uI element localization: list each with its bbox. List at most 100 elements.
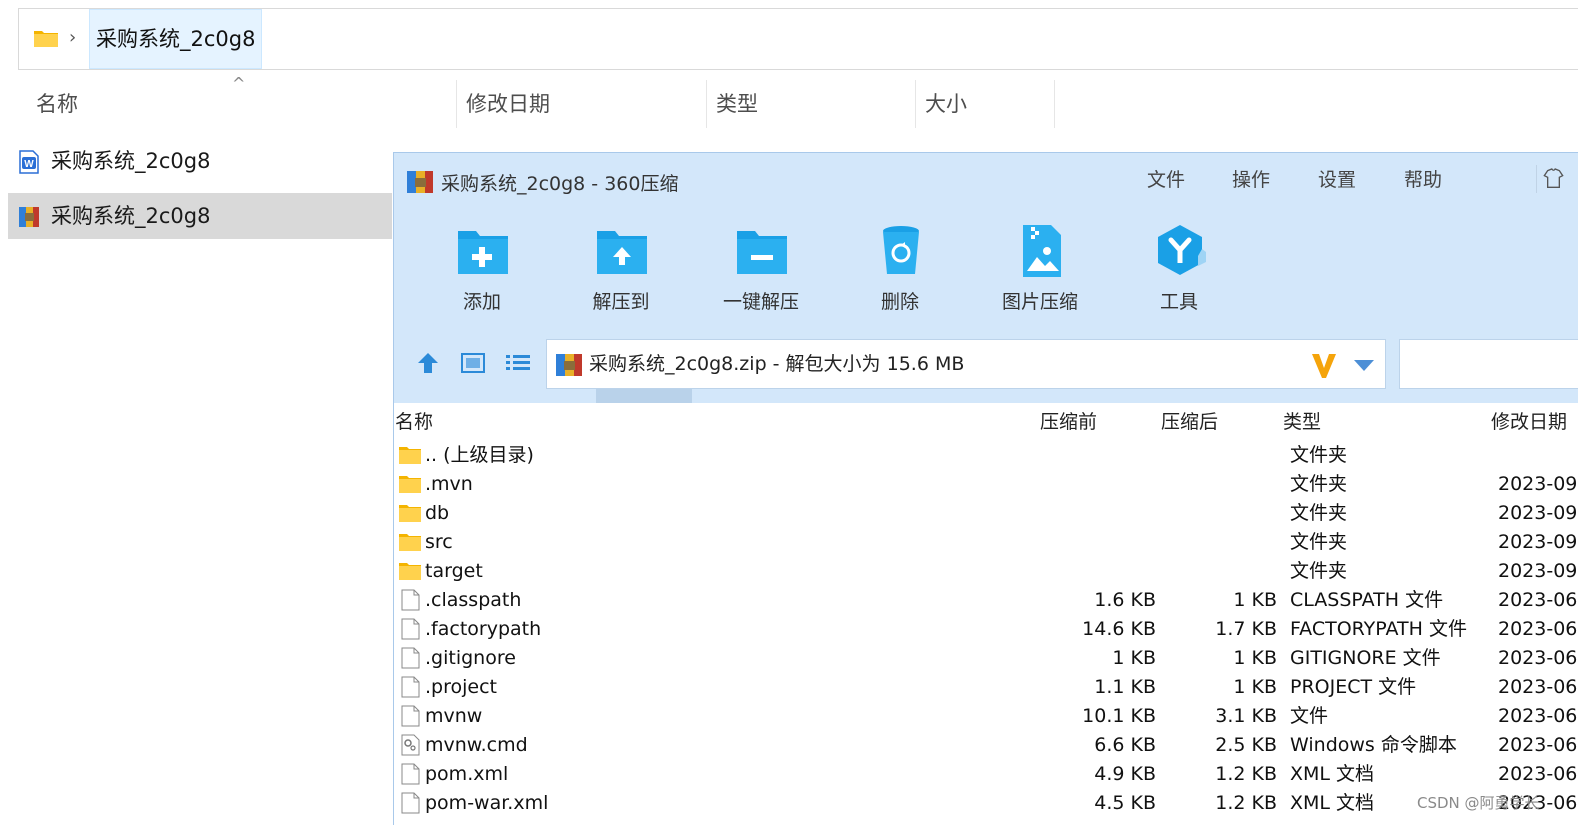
modified-date: 2023-06 [1498,618,1578,640]
file-type: CLASSPATH 文件 [1290,589,1444,611]
column-header-type[interactable]: 类型 [716,80,758,128]
file-type: XML 文档 [1290,792,1375,814]
archive-path-field[interactable]: 采购系统_2c0g8.zip - 解包大小为 15.6 MB [546,339,1386,389]
menu-help[interactable]: 帮助 [1404,165,1442,192]
list-header-modified[interactable]: 修改日期 [1491,407,1567,434]
menu-settings[interactable]: 设置 [1318,165,1356,192]
file-name: 采购系统_2c0g8 [51,204,211,228]
file-row-selected[interactable]: 采购系统_2c0g8 [8,193,392,239]
address-bar[interactable]: › 采购系统_2c0g8 [18,8,1578,70]
list-item[interactable]: mvnw.cmd 6.6 KB 2.5 KB Windows 命令脚本 2023-06 [394,731,1578,760]
folder-icon [399,563,421,580]
file-type: 文件夹 [1290,444,1348,466]
list-item[interactable]: .mvn 文件夹 2023-09 [394,470,1578,499]
image-compress-button[interactable]: 图片压缩 [980,223,1100,318]
archive-path-text: 采购系统_2c0g8.zip - 解包大小为 15.6 MB [589,353,965,375]
list-item[interactable]: pom.xml 4.9 KB 1.2 KB XML 文档 2023-06 [394,760,1578,789]
file-name: .mvn [425,473,473,495]
compressed-size: 1 KB [1233,676,1277,698]
compressed-size: 1.2 KB [1215,763,1277,785]
original-size: 4.9 KB [1094,763,1156,785]
tool-label: 图片压缩 [1001,291,1078,313]
file-name: .gitignore [425,647,516,669]
column-header-size[interactable]: 大小 [925,80,967,128]
column-divider[interactable] [1054,80,1055,128]
column-divider[interactable] [706,80,707,128]
file-icon [401,647,420,669]
extract-to-button[interactable]: 解压到 [561,223,681,318]
tools-button[interactable]: 工具 [1119,223,1239,318]
horizontal-scroll-thumb[interactable] [596,389,692,403]
column-header-name[interactable]: 名称 [36,80,78,128]
title-bar[interactable]: 采购系统_2c0g8 - 360压缩 文件 操作 设置 帮助 [394,153,1578,211]
folder-icon [399,505,421,522]
breadcrumb[interactable]: 采购系统_2c0g8 [89,9,263,69]
list-header-compressed-size[interactable]: 压缩后 [1161,407,1218,434]
column-divider[interactable] [915,80,916,128]
list-item[interactable]: pom-war.xml 4.5 KB 1.2 KB XML 文档 2023-06 [394,789,1578,818]
path-bar: 采购系统_2c0g8.zip - 解包大小为 15.6 MB [394,335,1578,395]
list-item[interactable]: db 文件夹 2023-09 [394,499,1578,528]
file-name: .classpath [425,589,522,611]
list-item[interactable]: src 文件夹 2023-09 [394,528,1578,557]
original-size: 14.6 KB [1082,618,1156,640]
list-item[interactable]: .classpath 1.6 KB 1 KB CLASSPATH 文件 2023-06 [394,586,1578,615]
list-item[interactable]: .. (上级目录) 文件夹 [394,441,1578,470]
file-icon [401,589,420,611]
file-icon [401,763,420,785]
file-type: PROJECT 文件 [1290,676,1417,698]
up-arrow-icon[interactable] [414,349,442,377]
file-name: src [425,531,453,553]
svg-text:W: W [24,159,34,170]
folder-icon [399,534,421,551]
original-size: 6.6 KB [1094,734,1156,756]
delete-button[interactable]: 删除 [840,223,960,318]
modified-date: 2023-06 [1498,647,1578,669]
archive-file-list: 名称 压缩前 压缩后 类型 修改日期 .. (上级目录) 文件夹 .mvn 文件夹 20… [394,403,1578,826]
file-icon [401,676,420,698]
modified-date: 2023-09 [1498,502,1578,524]
tools-icon [1158,225,1206,275]
list-item[interactable]: .project 1.1 KB 1 KB PROJECT 文件 2023-06 [394,673,1578,702]
thumbnail-view-icon[interactable] [459,349,487,377]
menu-operate[interactable]: 操作 [1232,165,1270,192]
file-name: db [425,502,450,524]
compressed-size: 1 KB [1233,589,1277,611]
column-divider[interactable] [456,80,457,128]
compressed-size: 1.7 KB [1215,618,1277,640]
tool-label: 工具 [1159,291,1198,313]
list-header-original-size[interactable]: 压缩前 [1040,407,1097,434]
list-item[interactable]: mvnw 10.1 KB 3.1 KB 文件 2023-06 [394,702,1578,731]
list-view-icon[interactable] [504,349,532,377]
file-type: 文件 [1290,705,1329,727]
extract-to-icon [597,231,647,274]
add-folder-icon [458,231,508,274]
modified-date: 2023-09 [1498,560,1578,582]
file-row[interactable]: W 采购系统_2c0g8 [8,138,392,184]
verified-v-icon[interactable] [1309,350,1339,380]
search-input[interactable] [1399,339,1578,389]
compressed-size: 1 KB [1233,647,1277,669]
list-item[interactable]: .factorypath 14.6 KB 1.7 KB FACTORYPATH 文件 2… [394,615,1578,644]
zip-archive-icon [556,354,582,376]
file-name: pom.xml [425,763,509,785]
list-item[interactable]: target 文件夹 2023-09 [394,557,1578,586]
menu-file[interactable]: 文件 [1147,165,1185,192]
wps-doc-icon: W [19,150,39,174]
list-item[interactable]: .gitignore 1 KB 1 KB GITIGNORE 文件 2023-06 [394,644,1578,673]
window-title: 采购系统_2c0g8 - 360压缩 [441,173,679,195]
original-size: 10.1 KB [1082,705,1156,727]
list-header-name[interactable]: 名称 [395,407,433,434]
skin-tshirt-icon[interactable] [1536,165,1566,193]
zip-archive-icon [407,171,433,193]
file-name: .. (上级目录) [425,444,534,466]
list-header-type[interactable]: 类型 [1283,407,1321,434]
add-button[interactable]: 添加 [422,223,542,318]
chevron-down-icon[interactable] [1353,358,1375,372]
file-icon [401,618,420,640]
zip-archive-icon [19,207,39,227]
modified-date: 2023-06 [1498,589,1578,611]
column-header-modified[interactable]: 修改日期 [466,80,550,128]
file-name: mvnw.cmd [425,734,528,756]
one-click-extract-button[interactable]: 一键解压 [701,223,821,318]
